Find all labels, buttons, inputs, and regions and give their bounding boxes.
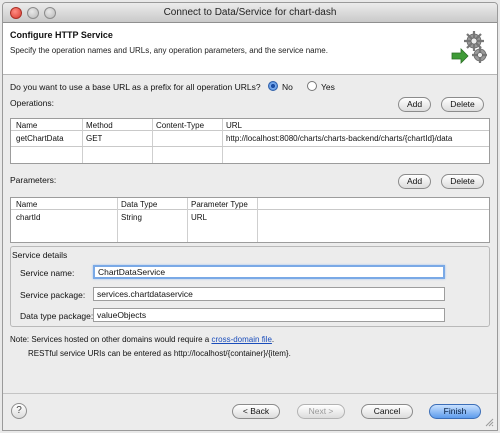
data-type-package-field[interactable] [93, 308, 445, 322]
note-prefix: Note: Services hosted on other domains w… [10, 335, 212, 344]
service-details-title: Service details [12, 250, 68, 260]
data-type-package-label: Data type package: [20, 311, 94, 321]
delete-operation-button[interactable]: Delete [441, 97, 484, 112]
dialog-header: Configure HTTP Service Specify the opera… [3, 23, 497, 75]
finish-button[interactable]: Finish [429, 404, 481, 419]
note-suffix: . [271, 335, 275, 344]
window-title: Connect to Data/Service for chart-dash [163, 7, 337, 18]
service-package-label: Service package: [20, 290, 86, 300]
page-title: Configure HTTP Service [10, 30, 113, 40]
operations-label: Operations: [10, 98, 54, 108]
service-name-field[interactable] [93, 265, 445, 279]
delete-parameter-button[interactable]: Delete [441, 174, 484, 189]
next-button[interactable]: Next > [297, 404, 345, 419]
operation-name-cell[interactable]: getChartData [16, 134, 64, 143]
service-package-field[interactable] [93, 287, 445, 301]
cross-domain-file-link[interactable]: cross-domain file [211, 335, 271, 344]
parameter-name-cell[interactable]: chartId [16, 213, 40, 222]
col-header-parameter-type[interactable]: Parameter Type [191, 200, 248, 209]
col-header-data-type[interactable]: Data Type [121, 200, 157, 209]
help-button[interactable]: ? [11, 403, 27, 419]
footer-divider [3, 393, 497, 394]
parameter-data-type-cell[interactable]: String [121, 213, 142, 222]
col-header-param-name[interactable]: Name [16, 200, 37, 209]
base-url-question: Do you want to use a base URL as a prefi… [10, 82, 261, 92]
service-name-label: Service name: [20, 268, 75, 278]
add-parameter-button[interactable]: Add [398, 174, 431, 189]
operation-method-cell[interactable]: GET [86, 134, 102, 143]
page-subtitle: Specify the operation names and URLs, an… [10, 46, 328, 55]
col-header-name[interactable]: Name [16, 121, 37, 130]
operation-url-cell[interactable]: http://localhost:8080/charts/charts-back… [226, 134, 489, 143]
cancel-button[interactable]: Cancel [361, 404, 413, 419]
gears-icon [449, 29, 487, 65]
cross-domain-note: Note: Services hosted on other domains w… [10, 335, 274, 344]
parameters-table[interactable]: Name Data Type Parameter Type chartId St… [10, 197, 490, 243]
base-url-yes-label: Yes [321, 82, 335, 92]
base-url-yes-radio[interactable] [307, 81, 317, 91]
col-header-method[interactable]: Method [86, 121, 113, 130]
help-icon: ? [16, 405, 22, 416]
base-url-no-label: No [282, 82, 293, 92]
base-url-no-radio[interactable] [268, 81, 278, 91]
col-header-url[interactable]: URL [226, 121, 242, 130]
col-header-content-type[interactable]: Content-Type [156, 121, 204, 130]
add-operation-button[interactable]: Add [398, 97, 431, 112]
title-bar[interactable]: Connect to Data/Service for chart-dash [3, 3, 497, 23]
resize-grip-icon[interactable] [485, 418, 494, 427]
dialog-window: Connect to Data/Service for chart-dash C… [2, 2, 498, 431]
parameters-label: Parameters: [10, 175, 57, 185]
parameter-type-cell[interactable]: URL [191, 213, 207, 222]
operations-table[interactable]: Name Method Content-Type URL getChartDat… [10, 118, 490, 164]
back-button[interactable]: < Back [232, 404, 280, 419]
restful-uri-note: RESTful service URIs can be entered as h… [28, 349, 291, 358]
